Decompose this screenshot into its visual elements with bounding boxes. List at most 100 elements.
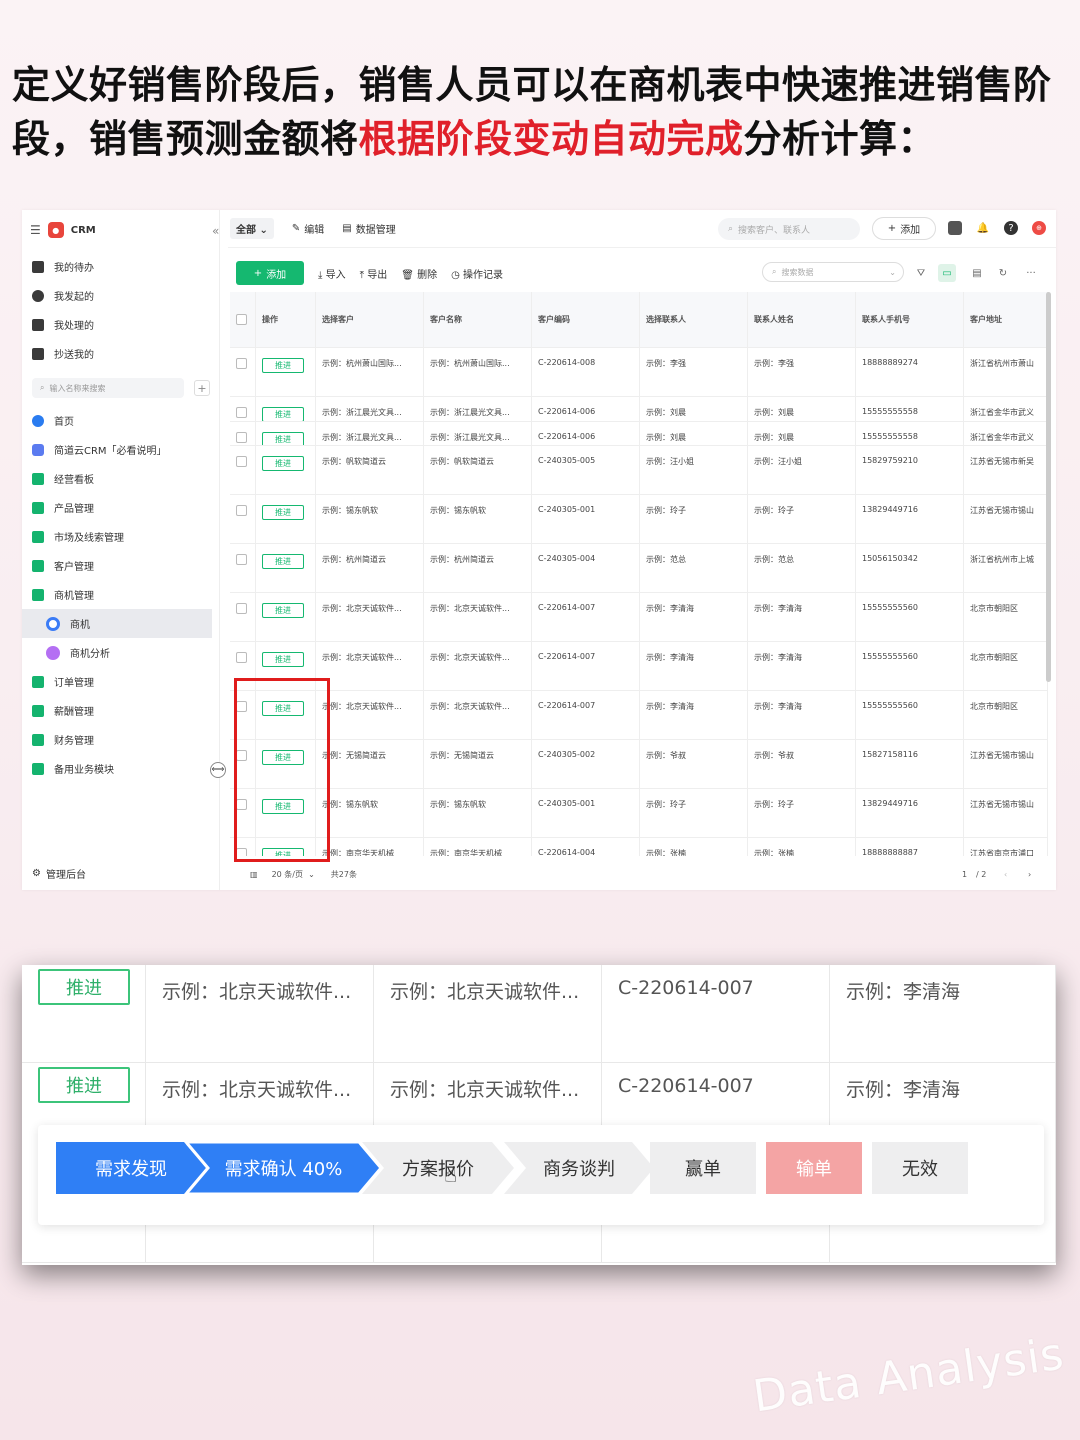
help-icon[interactable]: ? (1004, 221, 1018, 235)
stage-3[interactable]: 方案报价 (362, 1142, 514, 1194)
sidebar-item-nav[interactable]: 备用业务模块 (32, 754, 212, 783)
next-page-icon[interactable]: › (1028, 870, 1031, 879)
row-checkbox[interactable] (236, 456, 247, 467)
push-button[interactable]: 推进 (262, 505, 304, 520)
add-icon[interactable]: + (194, 380, 210, 396)
sidebar-item-nav[interactable]: 订单管理 (32, 667, 212, 696)
global-add-button[interactable]: + 添加 (872, 217, 936, 240)
sidebar-item-nav[interactable]: 简道云CRM「必看说明」 (32, 435, 212, 464)
filter-icon[interactable]: ⛛ (912, 264, 930, 282)
table-cell[interactable]: 推进 (22, 965, 146, 1062)
add-record-button[interactable]: + 添加 (236, 261, 304, 285)
push-button[interactable]: 推进 (262, 358, 304, 373)
row-checkbox[interactable] (236, 505, 247, 516)
edit-button[interactable]: ✎ 编辑 (292, 221, 324, 236)
sidebar-item-nav[interactable]: 商机管理 (32, 580, 212, 609)
table-cell[interactable] (230, 397, 256, 421)
table-cell: 13829449716 (856, 789, 964, 837)
sidebar-item-nav[interactable]: 商机分析 (32, 638, 212, 667)
stage-1[interactable]: 需求发现 (56, 1142, 206, 1194)
resize-handle-icon[interactable]: ⟺ (210, 762, 226, 778)
log-button[interactable]: ◷ 操作记录 (451, 266, 503, 281)
layout-icon[interactable]: ▤ (968, 264, 986, 282)
header-cell[interactable] (230, 292, 256, 347)
push-button[interactable]: 推进 (38, 1067, 130, 1103)
push-button[interactable]: 推进 (262, 652, 304, 667)
sidebar-item-nav[interactable]: 市场及线索管理 (32, 522, 212, 551)
comment-icon[interactable]: ▭ (938, 264, 956, 282)
table-cell[interactable]: 推进 (256, 348, 316, 396)
refresh-icon[interactable]: ↻ (994, 264, 1012, 282)
global-search-input[interactable]: ⌕ 搜索客户、联系人 (718, 218, 860, 240)
row-checkbox[interactable] (236, 358, 247, 369)
sidebar-item-quick[interactable]: 我发起的 (32, 281, 212, 310)
data-management-button[interactable]: ▤ 数据管理 (342, 221, 395, 236)
stage-4[interactable]: 商务谈判 (504, 1142, 654, 1194)
export-button[interactable]: ⤒ 导出 (360, 266, 388, 281)
sidebar-item-quick[interactable]: 我的待办 (32, 252, 212, 281)
table-cell[interactable]: 推进 (256, 446, 316, 494)
sidebar-item-nav[interactable]: 财务管理 (32, 725, 212, 754)
push-button[interactable]: 推进 (262, 432, 304, 445)
cell-value: 示例：范总 (754, 555, 794, 564)
table-cell[interactable]: 推进 (256, 544, 316, 592)
cell-value: 江苏省南京市浦口 (970, 849, 1034, 856)
delete-button[interactable]: 🗑 删除 (401, 266, 437, 281)
stage-5[interactable]: 赢单 (650, 1142, 756, 1194)
more-icon[interactable]: ··· (1022, 264, 1040, 282)
push-button[interactable]: 推进 (262, 554, 304, 569)
page-size-select[interactable]: 20 条/页 ⌄ (272, 869, 315, 880)
header-cell: 联系人手机号 (856, 292, 964, 347)
avatar[interactable]: ⊕ (1032, 221, 1046, 235)
table-cell[interactable] (230, 348, 256, 396)
stage-2[interactable]: 需求确认 40% (186, 1142, 381, 1194)
sidebar-item-nav[interactable]: 客户管理 (32, 551, 212, 580)
table-cell[interactable] (230, 593, 256, 641)
table-cell[interactable]: 推进 (256, 495, 316, 543)
table-cell[interactable]: 推进 (256, 593, 316, 641)
current-page[interactable]: 1 (962, 870, 967, 879)
push-button[interactable]: 推进 (262, 603, 304, 618)
collapse-sidebar-icon[interactable]: « (212, 224, 219, 238)
book-icon[interactable] (948, 221, 962, 235)
table-cell[interactable] (230, 495, 256, 543)
sidebar-item-nav[interactable]: 薪酬管理 (32, 696, 212, 725)
cell-value: 浙江省杭州市上城 (970, 555, 1034, 564)
row-checkbox[interactable] (236, 603, 247, 614)
sidebar-item-nav[interactable]: 经营看板 (32, 464, 212, 493)
sidebar-item-nav[interactable]: 首页 (32, 406, 212, 435)
sidebar-search-input[interactable]: ⌕ 输入名称来搜索 + (32, 378, 210, 398)
push-button[interactable]: 推进 (38, 969, 130, 1005)
table-row: 推进 示例：锡东帆软 示例：锡东帆软 C-240305-001 示例：玲子 示例：玲子 13… (230, 495, 1048, 544)
admin-link[interactable]: ⚙ 管理后台 (32, 866, 86, 881)
table-cell: 示例：北京天诚软件... (146, 965, 374, 1062)
column-header: 选择联系人 (646, 315, 686, 324)
sidebar-item-nav[interactable]: 商机 (22, 609, 212, 638)
sidebar-item-quick[interactable]: 抄送我的 (32, 339, 212, 368)
table-cell[interactable] (230, 544, 256, 592)
prev-page-icon[interactable]: ‹ (1004, 870, 1007, 879)
table-cell: 18888888887 (856, 838, 964, 856)
cell-value: C-240305-001 (538, 799, 596, 808)
push-button[interactable]: 推进 (262, 407, 304, 421)
bell-icon[interactable]: 🔔 (976, 221, 990, 235)
row-checkbox[interactable] (236, 407, 247, 418)
row-checkbox[interactable] (236, 652, 247, 663)
table-cell[interactable]: 推进 (256, 422, 316, 445)
stage-6[interactable]: 输单 (766, 1142, 862, 1194)
row-checkbox[interactable] (236, 554, 247, 565)
table-cell[interactable] (230, 446, 256, 494)
menu-icon[interactable]: ☰ (30, 223, 41, 237)
table-cell[interactable]: 推进 (256, 397, 316, 421)
stage-7[interactable]: 无效 (872, 1142, 968, 1194)
sidebar-item-nav[interactable]: 产品管理 (32, 493, 212, 522)
select-all-checkbox[interactable] (236, 314, 247, 325)
import-button[interactable]: ⤓ 导入 (318, 266, 346, 281)
table-search-input[interactable]: ⌕ 搜索数据 ⌄ (762, 262, 904, 282)
table-cell[interactable] (230, 422, 256, 445)
scope-select[interactable]: 全部 ⌄ (230, 218, 274, 239)
table-scrollbar[interactable] (1046, 292, 1051, 682)
push-button[interactable]: 推进 (262, 456, 304, 471)
row-checkbox[interactable] (236, 432, 247, 443)
sidebar-item-quick[interactable]: 我处理的 (32, 310, 212, 339)
